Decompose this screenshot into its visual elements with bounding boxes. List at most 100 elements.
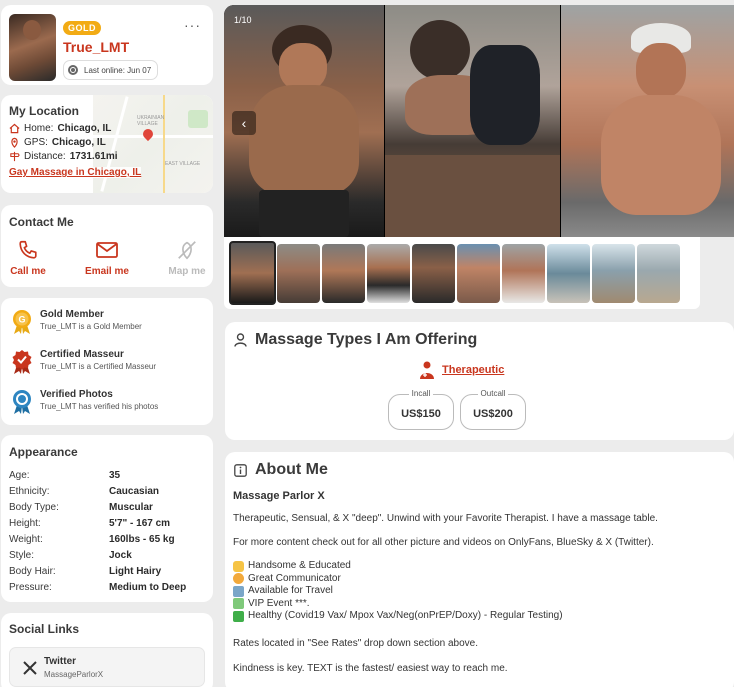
thumbnail[interactable] xyxy=(502,244,545,303)
attr-value: Muscular xyxy=(109,502,153,513)
raising-hands-icon xyxy=(233,560,244,572)
attr-label: Body Hair: xyxy=(9,566,56,577)
about-paragraph: For more content check out for all other… xyxy=(233,537,654,548)
badge-gold-member: G Gold Member True_LMT is a Gold Member xyxy=(11,309,142,335)
appearance-row: Body Hair: Light Hairy xyxy=(9,566,209,577)
attr-value: Caucasian xyxy=(109,486,160,497)
signpost-icon xyxy=(10,151,20,162)
attr-value: 35 xyxy=(109,470,121,481)
city-link[interactable]: Gay Massage in Chicago, IL xyxy=(9,167,142,178)
email-label: Email me xyxy=(85,266,129,277)
info-icon xyxy=(234,463,247,477)
thumbnail[interactable] xyxy=(412,244,455,303)
appearance-row: Style: Jock xyxy=(9,550,209,561)
about-subtitle: Massage Parlor X xyxy=(233,490,325,502)
attr-label: Age: xyxy=(9,470,30,481)
x-logo-icon xyxy=(23,661,37,675)
badge-subtitle: True_LMT is a Gold Member xyxy=(40,322,142,331)
gps-label: GPS: xyxy=(24,137,48,148)
call-label: Call me xyxy=(10,266,46,277)
incall-label: Incall xyxy=(408,389,434,398)
last-online-pill: Last online: Jun 07 xyxy=(63,60,159,80)
badges-card: G Gold Member True_LMT is a Gold Member C… xyxy=(1,298,213,425)
badge-subtitle: True_LMT has verified his photos xyxy=(40,402,159,411)
thumbnail[interactable] xyxy=(367,244,410,303)
massage-type-link[interactable]: Therapeutic xyxy=(418,360,504,380)
gold-medal-icon: G xyxy=(13,310,31,334)
thumbnail[interactable] xyxy=(277,244,320,303)
gallery-photo[interactable] xyxy=(561,5,734,237)
list-item: Handsome & Educated xyxy=(233,560,563,573)
list-item-text: Handsome & Educated xyxy=(248,560,351,571)
thumbnail-strip xyxy=(224,237,700,309)
check-box-icon xyxy=(233,610,244,622)
thumbnail[interactable] xyxy=(457,244,500,303)
massage-type-label: Therapeutic xyxy=(442,364,505,376)
about-list: Handsome & Educated Great Communicator A… xyxy=(233,560,563,623)
about-card: About Me Massage Parlor X Therapeutic, S… xyxy=(225,452,734,687)
badge-certified-masseur: Certified Masseur True_LMT is a Certified… xyxy=(11,349,156,375)
list-item-text: Great Communicator xyxy=(248,572,341,584)
outcall-label: Outcall xyxy=(477,389,509,398)
chevron-left-icon[interactable]: ‹ xyxy=(232,111,256,135)
badge-subtitle: True_LMT is a Certified Masseur xyxy=(40,362,157,371)
call-button[interactable]: Call me xyxy=(0,239,58,277)
cocktail-icon xyxy=(233,598,244,610)
home-label: Home: xyxy=(24,123,54,134)
gps-value: Chicago, IL xyxy=(51,137,106,148)
attr-value: Jock xyxy=(109,550,132,561)
attr-label: Ethnicity: xyxy=(9,486,50,497)
phone-icon xyxy=(19,240,37,259)
location-title: My Location xyxy=(9,104,80,118)
contact-card: Contact Me Call me Email me Map me xyxy=(1,205,213,287)
badge-verified-photos: Verified Photos True_LMT has verified his… xyxy=(11,389,158,415)
home-icon xyxy=(9,123,20,134)
appearance-row: Ethnicity: Caucasian xyxy=(9,486,209,497)
badge-title: Verified Photos xyxy=(40,389,113,400)
smile-icon xyxy=(233,573,244,585)
attr-label: Body Type: xyxy=(9,502,59,513)
distance-value: 1731.61mi xyxy=(69,151,118,162)
email-button[interactable]: Email me xyxy=(77,239,137,277)
profile-card: GOLD True_LMT Last online: Jun 07 ··· xyxy=(1,5,213,85)
more-options-icon[interactable]: ··· xyxy=(184,17,201,33)
outcall-rate: Outcall US$200 xyxy=(460,389,526,430)
gallery-counter: 1/10 xyxy=(234,15,252,25)
airplane-icon xyxy=(233,585,244,597)
about-paragraph: Rates located in "See Rates" drop down s… xyxy=(233,638,479,649)
attr-value: Medium to Deep xyxy=(109,582,187,593)
appearance-row: Height: 5'7" - 167 cm xyxy=(9,518,209,529)
avatar[interactable] xyxy=(9,14,56,81)
thumbnail[interactable] xyxy=(592,244,635,303)
status-icon xyxy=(68,65,78,75)
about-paragraph: Kindness is key. TEXT is the fastest/ ea… xyxy=(233,663,508,674)
badge-title: Gold Member xyxy=(40,309,104,320)
thumbnail[interactable] xyxy=(637,244,680,303)
social-title: Social Links xyxy=(9,622,80,636)
attr-value: 160lbs - 65 kg xyxy=(109,534,175,545)
attr-label: Height: xyxy=(9,518,41,529)
twitter-link[interactable]: Twitter MassageParlorX xyxy=(9,647,205,687)
location-card: UKRAINIAN VILLAGE EAST VILLAGE My Locati… xyxy=(1,95,213,193)
photo-gallery[interactable]: 1/10 ‹ xyxy=(224,5,734,237)
thumbnail[interactable] xyxy=(547,244,590,303)
doctor-icon xyxy=(420,361,434,379)
thumbnail[interactable] xyxy=(229,241,276,305)
list-item: Healthy (Covid19 Vax/ Mpox Vax/Neg(onPrE… xyxy=(233,610,563,623)
appearance-row: Pressure: Medium to Deep xyxy=(9,582,209,593)
appearance-row: Body Type: Muscular xyxy=(9,502,209,513)
gallery-photo[interactable] xyxy=(385,5,560,237)
attr-label: Style: xyxy=(9,550,35,561)
contact-title: Contact Me xyxy=(9,215,74,229)
massage-types-card: Massage Types I Am Offering Therapeutic … xyxy=(225,322,734,440)
list-item: VIP Event ***. xyxy=(233,598,563,611)
therapist-icon xyxy=(234,333,247,347)
outcall-value: US$200 xyxy=(473,408,513,420)
attr-label: Pressure: xyxy=(9,582,52,593)
incall-rate: Incall US$150 xyxy=(388,389,454,430)
appearance-row: Weight: 160lbs - 65 kg xyxy=(9,534,209,545)
distance-label: Distance: xyxy=(24,151,66,162)
social-handle: MassageParlorX xyxy=(44,670,104,679)
thumbnail[interactable] xyxy=(322,244,365,303)
mail-icon xyxy=(96,242,118,258)
